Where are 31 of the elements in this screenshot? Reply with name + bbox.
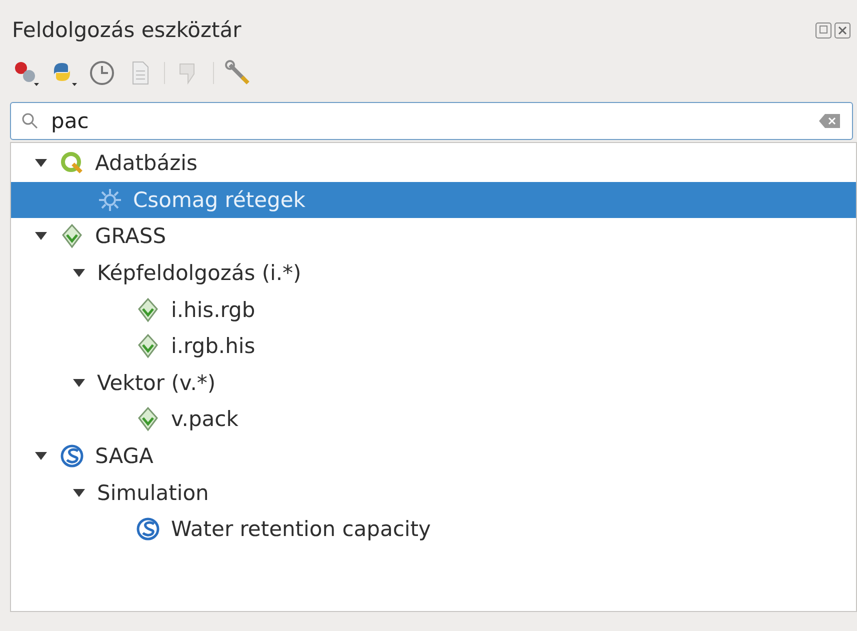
tree-item[interactable]: Simulation bbox=[11, 474, 856, 511]
globe-s-icon bbox=[135, 516, 161, 542]
tree-item[interactable]: i.his.rgb bbox=[11, 291, 856, 328]
expand-arrow-icon[interactable] bbox=[73, 488, 85, 497]
grass-icon bbox=[135, 333, 161, 360]
sun-gear-icon bbox=[97, 186, 123, 213]
search-icon bbox=[21, 112, 39, 130]
tree-item[interactable]: Vektor (v.*) bbox=[11, 364, 856, 402]
expand-arrow-icon[interactable] bbox=[35, 232, 47, 240]
close-icon[interactable] bbox=[834, 22, 851, 38]
clock-icon[interactable] bbox=[88, 59, 116, 87]
tree-item[interactable]: GRASS bbox=[11, 218, 856, 255]
tree-item[interactable]: i.rgb.his bbox=[11, 328, 856, 365]
tree-item[interactable]: SAGA bbox=[11, 438, 856, 474]
tree-item[interactable]: Adatbázis bbox=[11, 145, 856, 182]
float-icon[interactable] bbox=[815, 22, 832, 38]
tree-item[interactable]: Képfeldolgozás (i.*) bbox=[11, 254, 856, 292]
grass-icon bbox=[135, 406, 161, 432]
panel-title: Feldolgozás eszköztár bbox=[12, 18, 242, 42]
expand-arrow-icon[interactable] bbox=[35, 452, 47, 460]
expand-arrow-icon[interactable] bbox=[73, 269, 85, 278]
clear-icon[interactable] bbox=[819, 113, 841, 129]
tree-item[interactable]: Water retention capacity bbox=[11, 510, 856, 548]
grass-icon bbox=[59, 223, 85, 250]
search-field[interactable]: pac bbox=[10, 102, 853, 140]
grass-icon bbox=[135, 296, 161, 323]
wrench-icon[interactable] bbox=[224, 59, 252, 87]
expand-arrow-icon[interactable] bbox=[73, 378, 85, 387]
tree-item[interactable]: v.pack bbox=[11, 401, 856, 438]
expand-arrow-icon[interactable] bbox=[35, 159, 47, 168]
globe-s-icon bbox=[59, 443, 85, 470]
